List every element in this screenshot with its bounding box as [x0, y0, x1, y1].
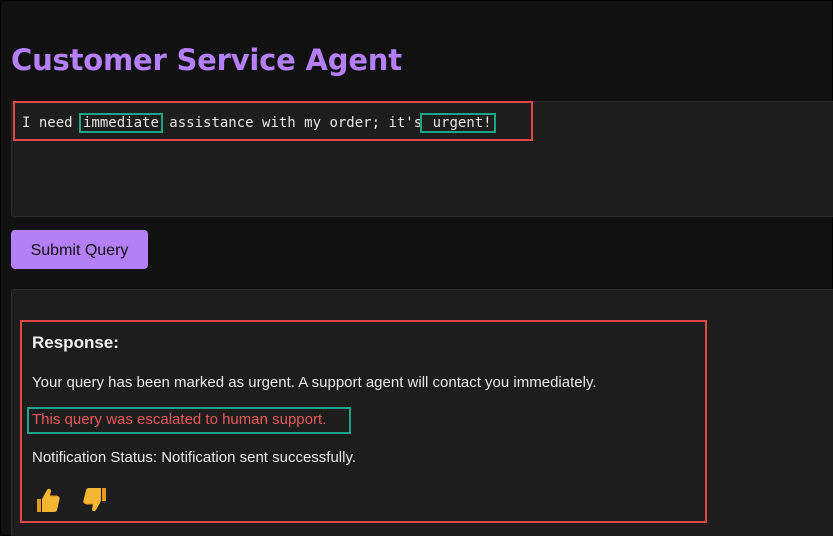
- query-part: assistance with my order; it's: [160, 115, 423, 131]
- submit-query-button[interactable]: Submit Query: [11, 230, 148, 269]
- query-text[interactable]: I need immediate assistance with my orde…: [22, 113, 496, 133]
- notification-status: Notification Status: Notification sent s…: [32, 449, 357, 466]
- escalation-notice: This query was escalated to human suppor…: [32, 411, 327, 428]
- thumbs-up-icon[interactable]: [35, 486, 61, 514]
- query-part: I need: [22, 115, 82, 131]
- keyword-highlight-urgent: urgent!: [420, 113, 496, 133]
- response-heading: Response:: [32, 333, 119, 352]
- response-message: Your query has been marked as urgent. A …: [32, 374, 597, 391]
- page-title: Customer Service Agent: [11, 43, 402, 77]
- thumbs-down-icon[interactable]: [82, 486, 108, 514]
- keyword-highlight-immediate: immediate: [79, 113, 163, 133]
